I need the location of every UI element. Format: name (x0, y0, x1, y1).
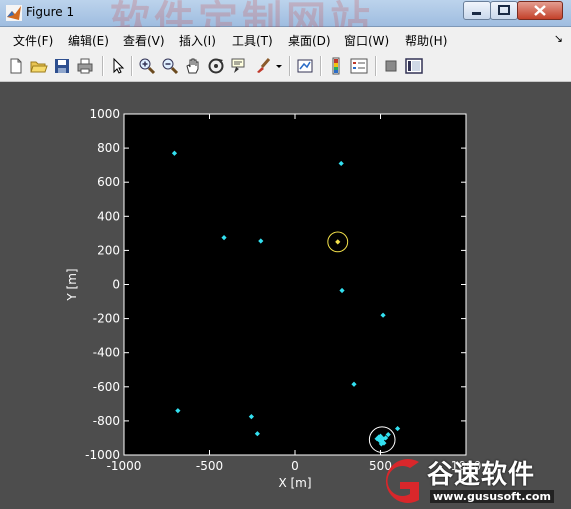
window-title: Figure 1 (26, 5, 75, 19)
y-axis-label: Y [m] (65, 268, 79, 301)
logo-g-icon (385, 459, 419, 503)
toolbar-separator (320, 56, 322, 76)
toolbar-separator (131, 56, 133, 76)
menu-insert[interactable]: 插入(I) (179, 32, 216, 49)
y-tick-label: -600 (93, 380, 120, 394)
y-tick-label: -1000 (85, 448, 120, 462)
y-tick-label: -800 (93, 414, 120, 428)
figure-area: -1000 -500 0 500 1000 1000 800 600 400 200 0 -200 -4… (0, 82, 571, 509)
minimize-button[interactable] (463, 1, 491, 20)
close-button[interactable] (517, 1, 563, 20)
scatter-plot[interactable]: -1000 -500 0 500 100010008006004002000-200-4… (0, 82, 571, 509)
figure-toolbar (0, 51, 571, 82)
toolbar-separator (375, 56, 377, 76)
axes-background (123, 113, 467, 456)
dropdown-arrow-icon[interactable] (274, 57, 284, 75)
y-tick-label: -200 (93, 312, 120, 326)
logo-url: www.gususoft.com (430, 490, 554, 503)
logo-brand-name: 谷速软件 (427, 460, 536, 490)
menu-dock-arrow-icon[interactable]: ↘ (554, 32, 563, 45)
menu-window[interactable]: 窗口(W) (344, 32, 389, 49)
menu-desktop[interactable]: 桌面(D) (288, 32, 331, 49)
show-plot-tools-icon[interactable] (405, 57, 423, 75)
menu-view[interactable]: 查看(V) (123, 32, 165, 49)
x-tick-label: 0 (291, 459, 299, 473)
open-file-icon[interactable] (30, 57, 48, 75)
save-icon[interactable] (53, 57, 71, 75)
zoom-out-icon[interactable] (161, 57, 179, 75)
pan-hand-icon[interactable] (184, 57, 202, 75)
toolbar-separator (289, 56, 291, 76)
y-tick-label: 1000 (89, 107, 120, 121)
colorbar-icon[interactable] (327, 57, 345, 75)
x-tick-label: -500 (196, 459, 223, 473)
new-figure-icon[interactable] (7, 57, 25, 75)
legend-icon[interactable] (350, 57, 368, 75)
link-plot-icon[interactable] (296, 57, 314, 75)
y-tick-label: 600 (97, 175, 120, 189)
x-axis-label: X [m] (278, 476, 311, 490)
menu-edit[interactable]: 编辑(E) (68, 32, 109, 49)
hide-plot-tools-icon[interactable] (382, 57, 400, 75)
rotate-3d-icon[interactable] (207, 57, 225, 75)
y-tick-label: 400 (97, 209, 120, 223)
menu-tools[interactable]: 工具(T) (232, 32, 273, 49)
y-tick-label: 800 (97, 141, 120, 155)
menu-bar: 文件(F) 编辑(E) 查看(V) 插入(I) 工具(T) 桌面(D) 窗口(W… (0, 27, 571, 51)
y-tick-label: 200 (97, 243, 120, 257)
pointer-icon[interactable] (109, 57, 127, 75)
menu-file[interactable]: 文件(F) (13, 32, 53, 49)
toolbar-separator (102, 56, 104, 76)
menu-help[interactable]: 帮助(H) (405, 32, 447, 49)
site-watermark-logo: 谷速软件 www.gususoft.com (372, 452, 571, 509)
y-tick-label: -400 (93, 346, 120, 360)
print-icon[interactable] (76, 57, 94, 75)
brush-icon[interactable] (254, 57, 272, 75)
matlab-icon (6, 5, 22, 21)
title-bar: 软件定制网站 Figure 1 (0, 0, 571, 44)
y-tick-label: 0 (112, 278, 120, 292)
maximize-button[interactable] (490, 1, 518, 20)
zoom-in-icon[interactable] (138, 57, 156, 75)
data-cursor-icon[interactable] (230, 57, 248, 75)
